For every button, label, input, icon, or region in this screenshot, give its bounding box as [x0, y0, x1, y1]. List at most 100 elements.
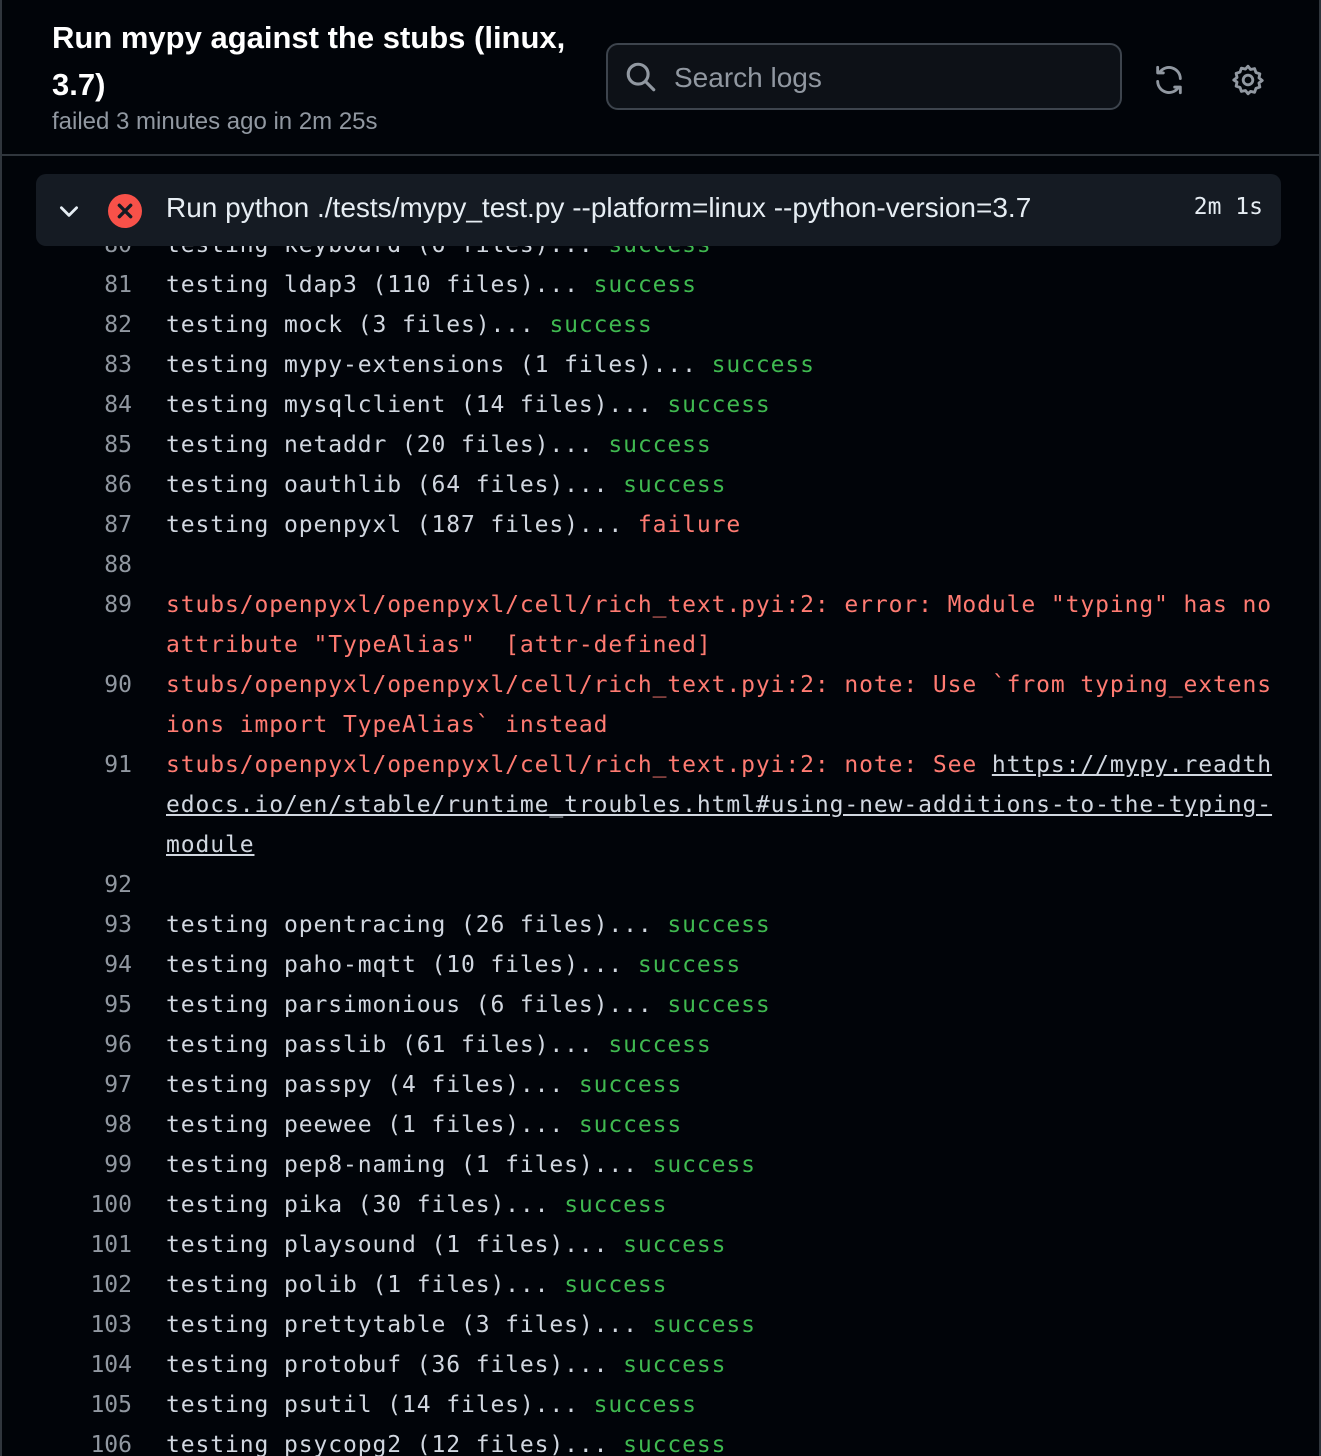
log-line: 102 testing polib (1 files)... success [2, 1265, 1319, 1305]
chevron-down-icon[interactable] [56, 198, 82, 224]
line-number[interactable]: 82 [2, 305, 134, 345]
job-status-text: failed 3 minutes ago in 2m 25s [52, 108, 378, 135]
log-line: 91 stubs/openpyxl/openpyxl/cell/rich_text… [2, 745, 1319, 865]
line-number[interactable]: 85 [2, 425, 134, 465]
log-line: 100 testing pika (30 files)... success [2, 1185, 1319, 1225]
step-title: Run python ./tests/mypy_test.py --platfo… [166, 192, 1032, 223]
log-text: testing prettytable (3 files)... [166, 1312, 653, 1338]
log-line: 90 stubs/openpyxl/openpyxl/cell/rich_text… [2, 665, 1319, 745]
log-text: testing mock (3 files)... [166, 312, 550, 338]
line-number[interactable]: 99 [2, 1145, 134, 1185]
line-number[interactable]: 97 [2, 1065, 134, 1105]
log-text: testing peewee (1 files)... [166, 1112, 579, 1138]
line-number[interactable]: 88 [2, 545, 134, 585]
job-title: Run mypy against the stubs (linux, 3.7) [52, 20, 566, 102]
search-icon [626, 62, 656, 92]
log-line-text: testing mock (3 files)... success [134, 305, 1286, 345]
test-status: success [623, 1352, 727, 1378]
log-line: 83 testing mypy-extensions (1 files)... s… [2, 345, 1319, 385]
line-number[interactable]: 96 [2, 1025, 134, 1065]
x-circle-fail-icon [108, 194, 142, 228]
step-header[interactable]: Run python ./tests/mypy_test.py --platfo… [36, 174, 1281, 246]
log-line: 105 testing psutil (14 files)... success [2, 1385, 1319, 1425]
settings-button[interactable] [1224, 56, 1272, 104]
test-status: success [623, 472, 727, 498]
log-text: testing pika (30 files)... [166, 1192, 565, 1218]
log-line-text: testing mypy-extensions (1 files)... suc… [134, 345, 1286, 385]
log-text: testing openpyxl (187 files)... [166, 512, 638, 538]
log-line: 92 [2, 865, 1319, 905]
log-text: testing passpy (4 files)... [166, 1072, 579, 1098]
log-line: 98 testing peewee (1 files)... success [2, 1105, 1319, 1145]
log-line-text: stubs/openpyxl/openpyxl/cell/rich_text.p… [134, 745, 1286, 865]
log-line: 88 [2, 545, 1319, 585]
log-line-text: testing playsound (1 files)... success [134, 1225, 1286, 1265]
test-status: success [667, 992, 771, 1018]
line-number[interactable]: 106 [2, 1425, 134, 1456]
log-line: 93 testing opentracing (26 files)... succ… [2, 905, 1319, 945]
line-number[interactable]: 81 [2, 265, 134, 305]
line-number[interactable]: 92 [2, 865, 134, 905]
log-line-text: testing netaddr (20 files)... success [134, 425, 1286, 465]
test-status: success [578, 1072, 683, 1098]
line-number[interactable]: 101 [2, 1225, 134, 1265]
line-number[interactable]: 105 [2, 1385, 134, 1425]
log-output: 80testing keyboard (6 files)... success8… [2, 225, 1319, 1456]
test-status: success [711, 352, 815, 378]
line-number[interactable]: 90 [2, 665, 134, 705]
line-number[interactable]: 93 [2, 905, 134, 945]
line-number[interactable]: 84 [2, 385, 134, 425]
line-number[interactable]: 98 [2, 1105, 134, 1145]
refresh-button[interactable] [1145, 56, 1193, 104]
log-line-text: testing psutil (14 files)... success [134, 1385, 1286, 1425]
log-line: 99 testing pep8-naming (1 files)... succe… [2, 1145, 1319, 1185]
log-line-text: testing peewee (1 files)... success [134, 1105, 1286, 1145]
log-line-text: testing parsimonious (6 files)... succes… [134, 985, 1286, 1025]
log-line-text: testing psycopg2 (12 files)... success [134, 1425, 1286, 1456]
line-number[interactable]: 91 [2, 745, 134, 785]
line-number[interactable]: 104 [2, 1345, 134, 1385]
search-logs-input[interactable] [672, 53, 1106, 103]
log-line: 95 testing parsimonious (6 files)... succ… [2, 985, 1319, 1025]
log-text: testing opentracing (26 files)... [166, 912, 668, 938]
log-line-text: testing opentracing (26 files)... succes… [134, 905, 1286, 945]
refresh-icon [1156, 65, 1182, 95]
log-text: testing paho-mqtt (10 files)... [166, 952, 638, 978]
log-line-text: testing passpy (4 files)... success [134, 1065, 1286, 1105]
line-number[interactable]: 95 [2, 985, 134, 1025]
log-line-text: testing prettytable (3 files)... success [134, 1305, 1286, 1345]
log-line-text: testing pika (30 files)... success [134, 1185, 1286, 1225]
error-message: stubs/openpyxl/openpyxl/cell/rich_text.p… [166, 752, 992, 778]
log-text: testing playsound (1 files)... [166, 1232, 624, 1258]
test-status: success [549, 312, 653, 338]
log-line: 82 testing mock (3 files)... success [2, 305, 1319, 345]
log-text: testing psutil (14 files)... [166, 1392, 594, 1418]
log-text: testing passlib (61 files)... [166, 1032, 609, 1058]
search-logs-box[interactable] [606, 43, 1122, 110]
log-line-text: testing polib (1 files)... success [134, 1265, 1286, 1305]
line-number[interactable]: 87 [2, 505, 134, 545]
log-line: 101 testing playsound (1 files)... succes… [2, 1225, 1319, 1265]
log-text: testing protobuf (36 files)... [166, 1352, 624, 1378]
test-status: success [623, 1432, 727, 1456]
log-line: 85 testing netaddr (20 files)... success [2, 425, 1319, 465]
line-number[interactable]: 94 [2, 945, 134, 985]
line-number[interactable]: 100 [2, 1185, 134, 1225]
log-text: testing parsimonious (6 files)... [166, 992, 668, 1018]
job-header: Run mypy against the stubs (linux, 3.7) … [2, 0, 1319, 156]
test-status: success [652, 1312, 756, 1338]
log-line-text: testing paho-mqtt (10 files)... success [134, 945, 1286, 985]
line-number[interactable]: 89 [2, 585, 134, 625]
test-status: success [623, 1232, 727, 1258]
log-text: testing pep8-naming (1 files)... [166, 1152, 653, 1178]
log-line-text: testing openpyxl (187 files)... failure [134, 505, 1286, 545]
line-number[interactable]: 86 [2, 465, 134, 505]
line-number[interactable]: 83 [2, 345, 134, 385]
line-number[interactable]: 103 [2, 1305, 134, 1345]
log-text: testing psycopg2 (12 files)... [166, 1432, 624, 1456]
log-line: 81 testing ldap3 (110 files)... success [2, 265, 1319, 305]
line-number[interactable]: 102 [2, 1265, 134, 1305]
log-text: testing netaddr (20 files)... [166, 432, 609, 458]
log-line-text: stubs/openpyxl/openpyxl/cell/rich_text.p… [134, 585, 1286, 665]
log-line-text: testing passlib (61 files)... success [134, 1025, 1286, 1065]
